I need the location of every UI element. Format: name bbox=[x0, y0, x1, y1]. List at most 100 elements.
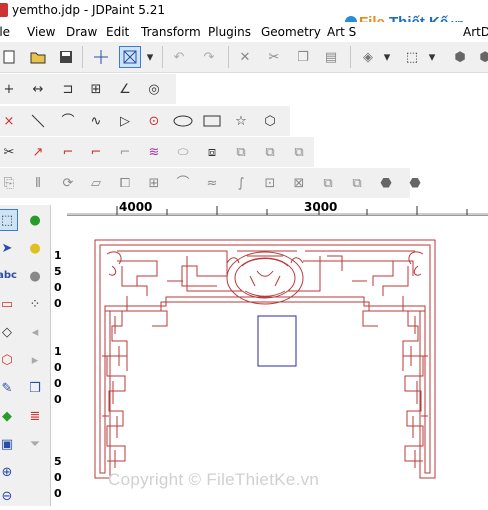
brush-icon[interactable]: ✎ bbox=[0, 377, 18, 399]
point-icon[interactable]: + bbox=[0, 78, 20, 100]
mirror-icon[interactable]: ⫴ bbox=[27, 172, 49, 194]
zoom-in-icon[interactable]: ⊕ bbox=[0, 461, 18, 483]
paint-icon[interactable]: ▣ bbox=[0, 433, 18, 455]
curve-icon[interactable]: ∿ bbox=[85, 110, 107, 132]
menu-art-s[interactable]: Art S bbox=[327, 25, 356, 39]
explode-icon[interactable]: ⊠ bbox=[288, 172, 310, 194]
funnel-icon[interactable]: ⏷ bbox=[24, 433, 46, 455]
cross-icon[interactable]: × bbox=[0, 110, 20, 132]
save-icon[interactable] bbox=[55, 46, 77, 68]
open-folder-icon[interactable] bbox=[27, 46, 49, 68]
new-file-icon[interactable] bbox=[0, 46, 20, 68]
color-dots-icon[interactable]: ⁘ bbox=[24, 293, 46, 315]
group-icon[interactable]: ⧉ bbox=[317, 172, 339, 194]
align-icon[interactable]: ⊐ bbox=[57, 78, 79, 100]
grid-pattern-icon[interactable]: ≣ bbox=[24, 405, 46, 427]
shape-icon[interactable]: ⬢ bbox=[449, 46, 471, 68]
chamfer-icon[interactable]: ⌐ bbox=[85, 141, 107, 163]
array-icon[interactable]: ⧉ bbox=[259, 141, 281, 163]
light-bulb-icon[interactable]: ● bbox=[24, 237, 46, 259]
fillet-icon[interactable]: ⌐ bbox=[57, 141, 79, 163]
trim-icon[interactable]: ↗ bbox=[27, 141, 49, 163]
shape-icon[interactable]: ⬢ bbox=[474, 46, 488, 68]
ellipse-icon[interactable] bbox=[172, 110, 194, 132]
polygon-icon[interactable]: ⬡ bbox=[259, 110, 281, 132]
dimension-icon[interactable]: ↔ bbox=[27, 78, 49, 100]
undo-icon[interactable]: ↶ bbox=[168, 46, 190, 68]
array-icon[interactable]: ⧉ bbox=[230, 141, 252, 163]
text-tool-icon[interactable]: abc bbox=[0, 265, 18, 287]
layers-icon[interactable]: ❒ bbox=[24, 377, 46, 399]
scissors-icon[interactable]: ✂ bbox=[0, 141, 20, 163]
hexagon-icon[interactable]: ⬡ bbox=[0, 349, 18, 371]
dropdown-icon[interactable]: ▾ bbox=[425, 46, 439, 68]
scale-icon[interactable]: ⧠ bbox=[114, 172, 136, 194]
horizontal-ruler: 4000 3000 bbox=[67, 200, 488, 216]
window-title: yemtho.jdp - JDPaint 5.21 bbox=[12, 3, 165, 17]
menu-plugins[interactable]: Plugins bbox=[208, 25, 251, 39]
separator bbox=[350, 46, 351, 68]
zoom-out-icon[interactable]: ⊖ bbox=[0, 485, 18, 507]
light-bulb-icon[interactable]: ● bbox=[24, 265, 46, 287]
menu-geometry[interactable]: Geometry bbox=[261, 25, 321, 39]
transform-icon[interactable]: ⎘ bbox=[0, 172, 20, 194]
menu-transform[interactable]: Transform bbox=[141, 25, 201, 39]
separator bbox=[82, 46, 83, 68]
menu-edit[interactable]: Edit bbox=[106, 25, 129, 39]
ungroup-icon[interactable]: ⧉ bbox=[346, 172, 368, 194]
v-ruler-digit: 0 bbox=[54, 297, 62, 310]
redo-icon[interactable]: ↷ bbox=[198, 46, 220, 68]
arrow-icon[interactable]: ▷ bbox=[114, 110, 136, 132]
selection-rect[interactable] bbox=[257, 315, 297, 367]
fill-icon[interactable]: ◆ bbox=[0, 405, 18, 427]
frame-icon[interactable]: ▭ bbox=[0, 293, 18, 315]
wave-icon[interactable]: ≈ bbox=[201, 172, 223, 194]
array-icon[interactable]: ⧉ bbox=[288, 141, 310, 163]
arrow-left-icon[interactable]: ◂ bbox=[24, 321, 46, 343]
box-align-icon[interactable]: ⊞ bbox=[85, 78, 107, 100]
v-ruler-digit: 0 bbox=[54, 361, 62, 374]
toolbar-edit: ✂ ↗ ⌐ ⌐ ⌐ ≋ ⬭ ⧈ ⧉ ⧉ ⧉ bbox=[0, 137, 314, 167]
offset-icon[interactable]: ≋ bbox=[143, 141, 165, 163]
shape-icon[interactable]: ⬣ bbox=[375, 172, 397, 194]
fit-icon[interactable]: ⊡ bbox=[259, 172, 281, 194]
copy-icon[interactable]: ❐ bbox=[292, 46, 314, 68]
angle-icon[interactable]: ∠ bbox=[114, 78, 136, 100]
drawing-canvas[interactable] bbox=[67, 216, 488, 506]
shape-icon[interactable]: ⬣ bbox=[404, 172, 426, 194]
light-bulb-icon[interactable]: ● bbox=[24, 209, 46, 231]
rectangle-icon[interactable] bbox=[201, 110, 223, 132]
star-icon[interactable]: ☆ bbox=[230, 110, 252, 132]
3d-view-icon[interactable]: ◈ bbox=[357, 46, 379, 68]
line-icon[interactable] bbox=[27, 110, 49, 132]
bend-icon[interactable]: ∫ bbox=[230, 172, 252, 194]
app-icon bbox=[0, 3, 8, 17]
ellipse-icon[interactable]: ⬭ bbox=[172, 141, 194, 163]
menu-artd[interactable]: ArtD bbox=[463, 25, 488, 39]
select-box-icon[interactable] bbox=[119, 46, 141, 68]
diamond-icon[interactable]: ◇ bbox=[0, 321, 18, 343]
arrow-right-icon[interactable]: ▸ bbox=[24, 349, 46, 371]
menu-file[interactable]: ile bbox=[0, 25, 10, 39]
menu-view[interactable]: View bbox=[27, 25, 55, 39]
rotate-icon[interactable]: ⟳ bbox=[57, 172, 79, 194]
arc-icon[interactable]: ⌒ bbox=[57, 110, 79, 132]
dropdown-icon[interactable]: ▾ bbox=[380, 46, 394, 68]
arc-icon[interactable]: ⌒ bbox=[172, 172, 194, 194]
sphere-icon[interactable]: ◎ bbox=[143, 78, 165, 100]
spiral-icon[interactable]: ⧈ bbox=[201, 141, 223, 163]
menu-draw[interactable]: Draw bbox=[66, 25, 97, 39]
snap-cross-icon[interactable] bbox=[90, 46, 112, 68]
cut-icon[interactable]: ✕ bbox=[234, 46, 256, 68]
dropdown-icon[interactable]: ▾ bbox=[143, 46, 157, 68]
scissors-icon[interactable]: ✂ bbox=[263, 46, 285, 68]
node-edit-icon[interactable]: ⬚ bbox=[0, 209, 18, 231]
skew-icon[interactable]: ▱ bbox=[85, 172, 107, 194]
grid-icon[interactable]: ⊞ bbox=[143, 172, 165, 194]
cube-icon[interactable]: ⬚ bbox=[401, 46, 423, 68]
door-frame-drawing bbox=[94, 239, 436, 479]
paste-icon[interactable]: ▤ bbox=[320, 46, 342, 68]
extend-icon[interactable]: ⌐ bbox=[114, 141, 136, 163]
pointer-icon[interactable]: ➤ bbox=[0, 237, 18, 259]
circle-icon[interactable]: ⊙ bbox=[143, 110, 165, 132]
